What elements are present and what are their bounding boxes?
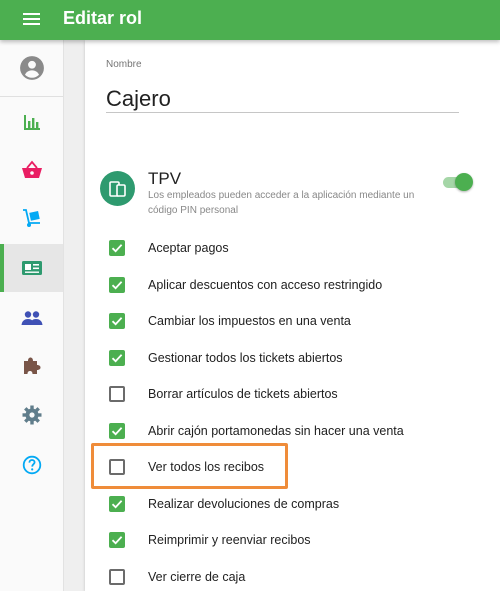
- check-icon: [111, 317, 123, 326]
- sidebar-item-inventory[interactable]: [0, 194, 63, 242]
- sidebar-item-items[interactable]: [0, 146, 63, 194]
- permission-row[interactable]: Ver cierre de caja: [85, 559, 500, 591]
- sidebar-item-account[interactable]: [0, 44, 63, 92]
- permission-label: Aplicar descuentos con acceso restringid…: [148, 277, 383, 292]
- tpv-avatar: [100, 171, 135, 206]
- tpv-title: TPV: [148, 169, 182, 188]
- checkbox-checked[interactable]: [109, 495, 125, 512]
- check-icon: [111, 280, 123, 289]
- checkbox-unchecked[interactable]: [109, 459, 125, 475]
- permission-label: Ver todos los recibos: [148, 460, 265, 474]
- name-label: Nombre: [106, 59, 142, 70]
- permission-row[interactable]: Aceptar pagos: [85, 230, 500, 266]
- dolly-cart-icon: [22, 209, 40, 227]
- sidebar: [0, 40, 64, 591]
- puzzle-icon: [23, 357, 40, 374]
- permission-row[interactable]: Gestionar todos los tickets abiertos: [85, 340, 500, 376]
- hamburger-menu-icon: [23, 13, 40, 15]
- permission-label: Realizar devoluciones de compras: [148, 496, 340, 511]
- permission-label: Aceptar pagos: [148, 241, 229, 255]
- tpv-description: Los empleados pueden acceder a la aplica…: [148, 190, 415, 216]
- badge-card-icon: [21, 261, 42, 275]
- people-icon: [21, 311, 42, 325]
- permission-label: Ver cierre de caja: [148, 569, 246, 584]
- pos-devices-icon: [108, 180, 126, 197]
- permission-row[interactable]: Ver todos los recibos: [85, 449, 500, 485]
- settings-gear-icon: [22, 405, 41, 425]
- name-input[interactable]: Cajero: [106, 86, 171, 112]
- check-icon: [111, 536, 123, 545]
- role-editor-card: Nombre Cajero TPV Los empleados pueden a…: [85, 40, 500, 591]
- checkbox-checked[interactable]: [109, 422, 125, 439]
- checkbox-checked[interactable]: [109, 349, 125, 366]
- checkbox-checked[interactable]: [109, 532, 125, 548]
- account-circle-icon: [19, 56, 44, 80]
- shopping-basket-icon: [21, 160, 42, 178]
- checkbox-unchecked[interactable]: [109, 568, 125, 585]
- checkbox-unchecked[interactable]: [109, 386, 125, 402]
- permission-row[interactable]: Abrir cajón portamonedas sin hacer una v…: [85, 413, 500, 449]
- name-input-underline: [106, 112, 459, 113]
- sidebar-divider: [0, 96, 63, 97]
- check-icon: [111, 244, 123, 253]
- permission-label: Gestionar todos los tickets abiertos: [148, 350, 343, 365]
- permission-row[interactable]: Realizar devoluciones de compras: [85, 486, 500, 522]
- permission-label: Abrir cajón portamonedas sin hacer una v…: [148, 423, 404, 438]
- sidebar-item-settings[interactable]: [0, 391, 63, 439]
- app-bar: Editar rol: [0, 0, 500, 40]
- permission-row[interactable]: Aplicar descuentos con acceso restringid…: [85, 267, 500, 303]
- permission-label: Cambiar los impuestos en una venta: [148, 314, 351, 328]
- page-title: Editar rol: [63, 8, 143, 28]
- sidebar-item-employees[interactable]: [0, 244, 63, 292]
- menu-button[interactable]: [14, 9, 50, 31]
- sidebar-item-reports[interactable]: [0, 98, 63, 146]
- sidebar-item-integrations[interactable]: [0, 342, 63, 390]
- sidebar-item-help[interactable]: [0, 441, 63, 489]
- checkbox-checked[interactable]: [109, 240, 125, 256]
- check-icon: [111, 426, 123, 435]
- sidebar-item-customers[interactable]: [0, 294, 63, 342]
- checkbox-checked[interactable]: [109, 313, 125, 329]
- check-icon: [111, 353, 123, 362]
- permission-label: Reimprimir y reenviar recibos: [148, 533, 311, 547]
- toggle-thumb: [455, 173, 473, 191]
- check-icon: [111, 499, 123, 508]
- tpv-toggle[interactable]: [443, 173, 473, 191]
- help-circle-icon: [22, 455, 41, 475]
- checkbox-checked[interactable]: [109, 276, 125, 293]
- bar-chart-icon: [23, 115, 40, 130]
- permission-row[interactable]: Borrar artículos de tickets abiertos: [85, 376, 500, 412]
- permission-label: Borrar artículos de tickets abiertos: [148, 387, 338, 401]
- permission-row[interactable]: Cambiar los impuestos en una venta: [85, 303, 500, 339]
- permission-row[interactable]: Reimprimir y reenviar recibos: [85, 522, 500, 558]
